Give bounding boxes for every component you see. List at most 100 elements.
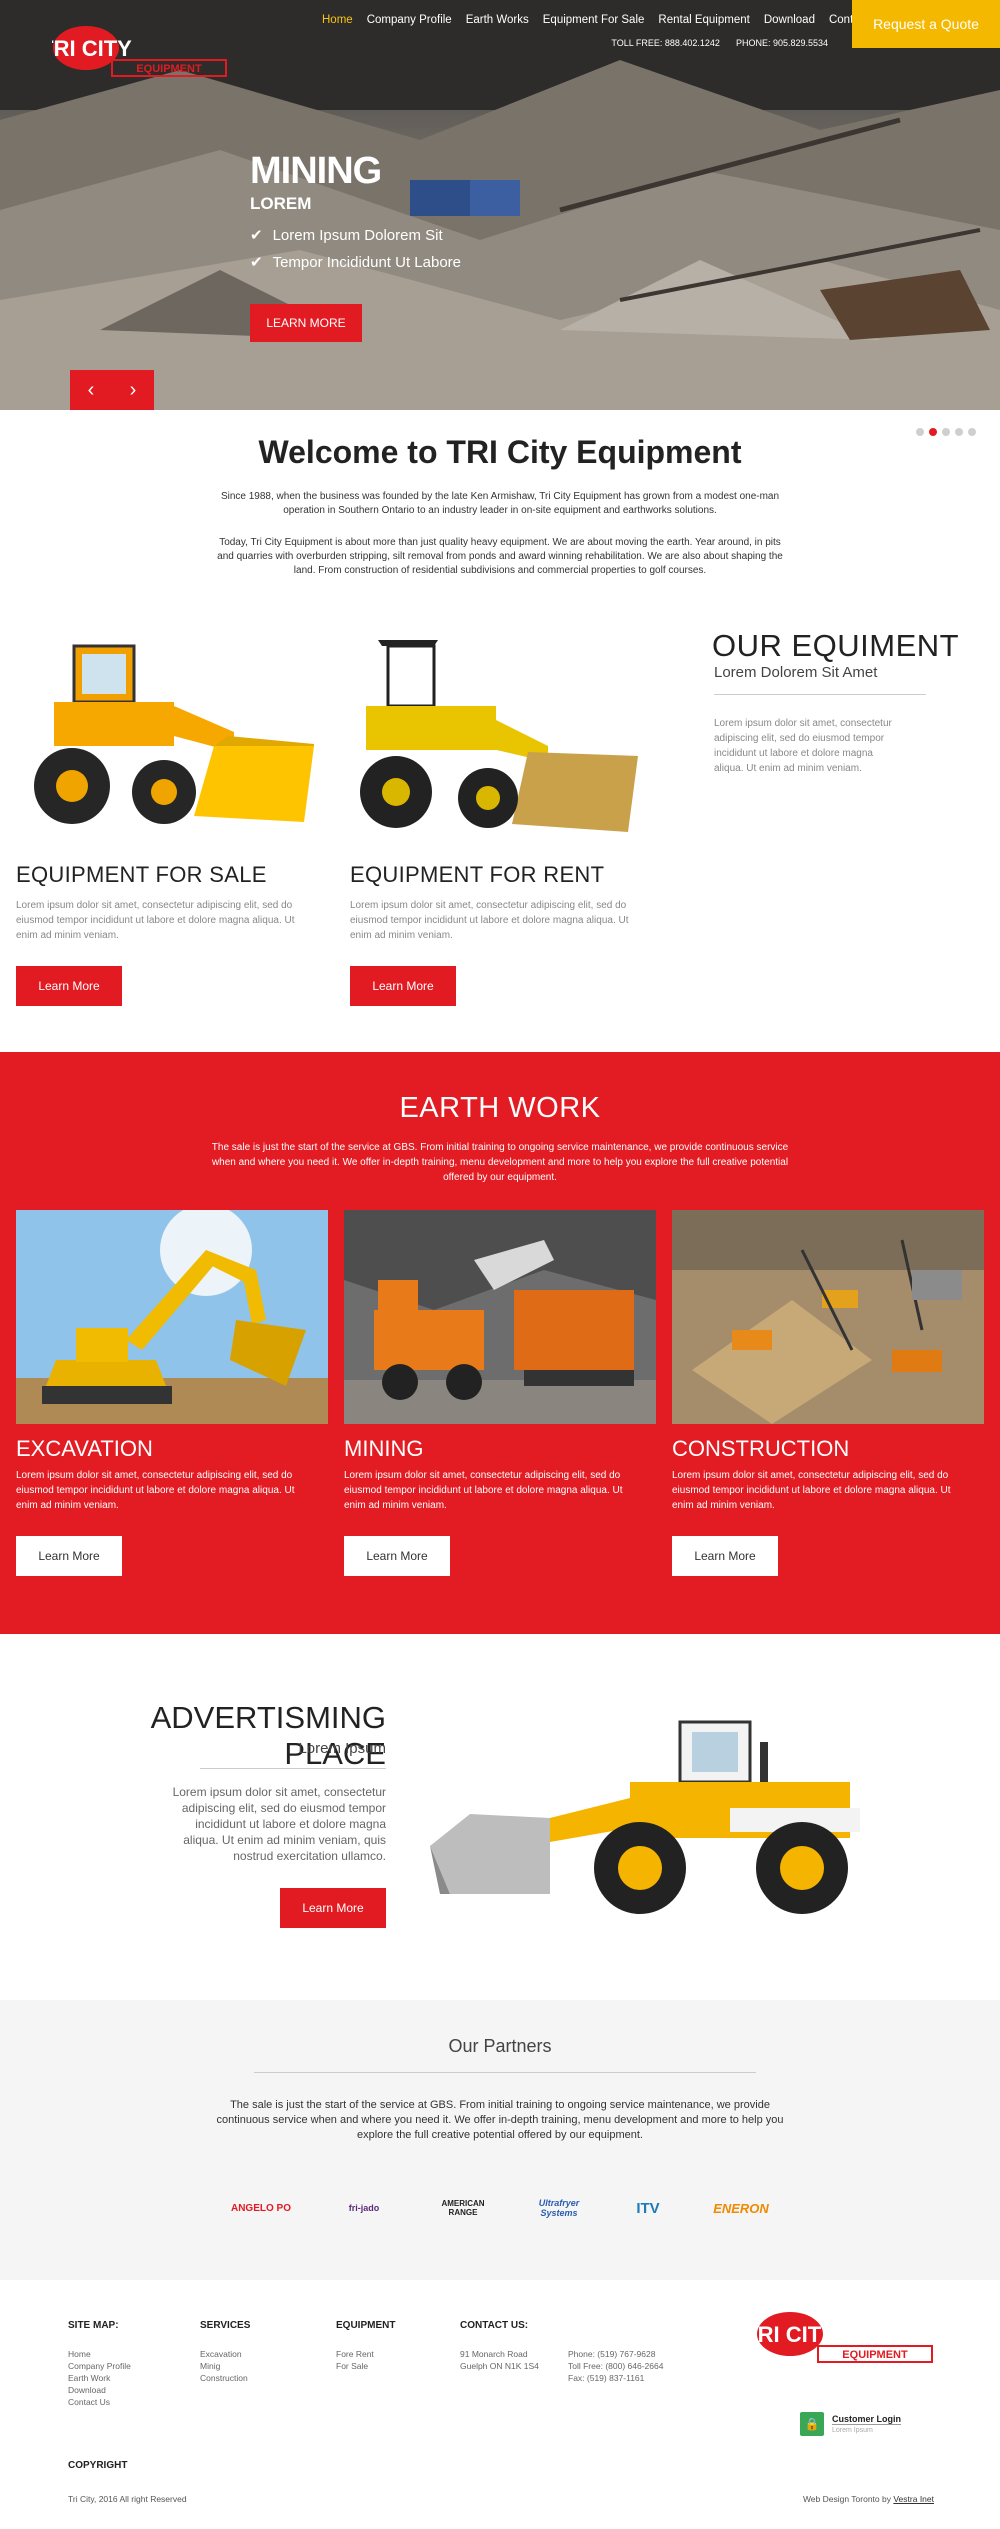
equipment-for-rent-text: Lorem ipsum dolor sit amet, consectetur …: [350, 900, 629, 941]
footer-sitemap-title: SITE MAP:: [68, 2320, 119, 2331]
footer-phones: Phone: (519) 767-9628 Toll Free: (800) 6…: [568, 2348, 663, 2384]
our-equipment-title: OUR EQUIMENT: [712, 628, 960, 663]
mining-learn-more-button[interactable]: Learn More: [344, 1536, 450, 1576]
mining-title: MINING: [344, 1436, 424, 1461]
equipment-for-sale-text: Lorem ipsum dolor sit amet, consectetur …: [16, 900, 295, 941]
welcome-paragraph: Today, Tri City Equipment is about more …: [217, 537, 783, 576]
hero-title: MINING: [250, 150, 382, 192]
advert-text: Lorem ipsum dolor sit amet, consectetur …: [172, 1785, 386, 1863]
hero-bullet-text: Lorem Ipsum Dolorem Sit: [272, 226, 443, 244]
equipment-for-sale-title: EQUIPMENT FOR SALE: [16, 862, 267, 887]
equipment-rent-learn-more-button[interactable]: Learn More: [350, 966, 456, 1006]
footer-link-construction[interactable]: Construction: [200, 2372, 248, 2384]
partner-logo-american-range[interactable]: AMERICAN RANGE: [430, 2188, 496, 2228]
footer-link-contact-us[interactable]: Contact Us: [68, 2396, 131, 2408]
nav-download[interactable]: Download: [764, 14, 815, 26]
divider: [254, 2072, 756, 2073]
construction-title: CONSTRUCTION: [672, 1436, 850, 1461]
toll-free-number: TOLL FREE: 888.402.1242: [611, 38, 720, 48]
customer-login[interactable]: 🔒 Customer Login Lorem Ipsum: [800, 2412, 901, 2436]
our-equipment-text: Lorem ipsum dolor sit amet, consectetur …: [714, 718, 892, 774]
checkmark-icon: ✔: [250, 227, 263, 244]
partner-logo-eneron[interactable]: ENERON: [708, 2188, 774, 2228]
partners-paragraph: The sale is just the start of the servic…: [216, 2099, 784, 2141]
footer-link-mining[interactable]: Minig: [200, 2360, 248, 2372]
partner-logo-ultrafryer[interactable]: Ultrafryer Systems: [528, 2188, 590, 2228]
phone-number: PHONE: 905.829.5534: [735, 38, 828, 48]
chevron-left-icon[interactable]: ‹: [70, 370, 112, 410]
excavation-text: Lorem ipsum dolor sit amet, consectetur …: [16, 1470, 295, 1511]
excavation-title: EXCAVATION: [16, 1436, 153, 1461]
copyright-text: Tri City, 2016 All right Reserved: [68, 2494, 187, 2504]
welcome-paragraph: Since 1988, when the business was founde…: [220, 491, 780, 516]
design-credit-link[interactable]: Vestra Inet: [893, 2494, 934, 2504]
phone-line: Toll Free: (800) 646-2664: [568, 2361, 664, 2371]
footer-address: 91 Monarch Road Guelph ON N1K 1S4: [460, 2348, 539, 2372]
footer-sitemap-list: Home Company Profile Earth Work Download…: [68, 2348, 131, 2408]
nav-equipment-for-sale[interactable]: Equipment For Sale: [543, 14, 645, 26]
footer-equipment-list: Fore Rent For Sale: [336, 2348, 374, 2372]
construction-learn-more-button[interactable]: Learn More: [672, 1536, 778, 1576]
partners-title: Our Partners: [448, 2036, 552, 2056]
partner-logo-angelo-po[interactable]: ANGELO PO: [228, 2188, 294, 2228]
hero-slider: TRI CITY EQUIPMENT Home Company Profile …: [0, 0, 1000, 410]
hero-bullet-list: ✔ Lorem Ipsum Dolorem Sit ✔ Tempor Incidid…: [250, 226, 461, 280]
footer-contact-title: CONTACT US:: [460, 2320, 529, 2331]
wheel-loader-advert-image: [430, 1720, 860, 1914]
address-line: 91 Monarch Road: [460, 2349, 528, 2359]
design-credit-text: Web Design Toronto by: [802, 2494, 891, 2504]
phone-line: Phone: (519) 767-9628: [568, 2349, 656, 2359]
mining-image: [344, 1210, 656, 1424]
logo-text-equipment: EQUIPMENT: [136, 63, 202, 75]
divider: [200, 1768, 386, 1769]
checkmark-icon: ✔: [250, 254, 263, 271]
footer-link-home[interactable]: Home: [68, 2348, 131, 2360]
hero-bullet-text: Tempor Incididunt Ut Labore: [272, 253, 462, 271]
footer-link-excavation[interactable]: Excavation: [200, 2348, 248, 2360]
logo-text-tri: TRI CITY: [52, 36, 132, 61]
nav-earth-works[interactable]: Earth Works: [466, 14, 529, 26]
footer-link-earth-work[interactable]: Earth Work: [68, 2372, 131, 2384]
header-contact-line: TOLL FREE: 888.402.1242 PHONE: 905.829.5…: [611, 38, 828, 48]
mining-text: Lorem ipsum dolor sit amet, consectetur …: [344, 1470, 623, 1511]
tri-city-logo[interactable]: TRI CITY EQUIPMENT: [52, 24, 228, 80]
footer-link-for-sale[interactable]: For Sale: [336, 2360, 374, 2372]
hero-subtitle: LOREM: [250, 194, 312, 213]
excavation-learn-more-button[interactable]: Learn More: [16, 1536, 122, 1576]
phone-line: Fax: (519) 837-1161: [568, 2373, 645, 2383]
logo-text-equipment: EQUIPMENT: [842, 2349, 908, 2361]
welcome-title: Welcome to TRI City Equipment: [258, 434, 742, 470]
address-line: Guelph ON N1K 1S4: [460, 2361, 539, 2371]
hero-bullet: ✔ Tempor Incididunt Ut Labore: [250, 253, 462, 272]
nav-home[interactable]: Home: [322, 14, 353, 26]
wheel-loader-rent-image: [360, 640, 638, 832]
lock-icon: 🔒: [800, 2412, 824, 2436]
footer-tri-city-logo[interactable]: TRI CITY EQUIPMENT: [756, 2310, 934, 2366]
chevron-right-icon[interactable]: ›: [112, 370, 154, 410]
earth-work-paragraph: The sale is just the start of the servic…: [211, 1142, 789, 1183]
wheel-loader-sale-image: [34, 644, 314, 824]
main-nav: Home Company Profile Earth Works Equipme…: [322, 14, 886, 26]
excavation-image: [16, 1210, 328, 1424]
request-quote-button[interactable]: Request a Quote: [852, 0, 1000, 48]
footer-link-download[interactable]: Download: [68, 2384, 131, 2396]
footer-equipment-title: EQUIPMENT: [336, 2320, 396, 2331]
advert-title: ADVERTISMING PLACE: [150, 1700, 386, 1771]
divider: [714, 694, 926, 695]
advert-subtitle: Lorem Ipsum: [298, 1740, 386, 1757]
earth-work-title: EARTH WORK: [399, 1092, 601, 1124]
copyright-title: COPYRIGHT: [68, 2460, 128, 2471]
hero-learn-more-button[interactable]: LEARN MORE: [250, 304, 362, 342]
customer-login-label[interactable]: Customer Login: [832, 2414, 901, 2425]
partner-logo-itv[interactable]: ITV: [620, 2188, 676, 2228]
equipment-sale-learn-more-button[interactable]: Learn More: [16, 966, 122, 1006]
nav-company-profile[interactable]: Company Profile: [367, 14, 452, 26]
partner-logo-fri-jado[interactable]: fri-jado: [336, 2188, 392, 2228]
slider-arrows: ‹ ›: [70, 370, 154, 410]
footer-link-for-rent[interactable]: Fore Rent: [336, 2348, 374, 2360]
advert-learn-more-button[interactable]: Learn More: [280, 1888, 386, 1928]
footer-services-list: Excavation Minig Construction: [200, 2348, 248, 2384]
footer-link-company-profile[interactable]: Company Profile: [68, 2360, 131, 2372]
construction-text: Lorem ipsum dolor sit amet, consectetur …: [672, 1470, 951, 1511]
nav-rental-equipment[interactable]: Rental Equipment: [658, 14, 749, 26]
